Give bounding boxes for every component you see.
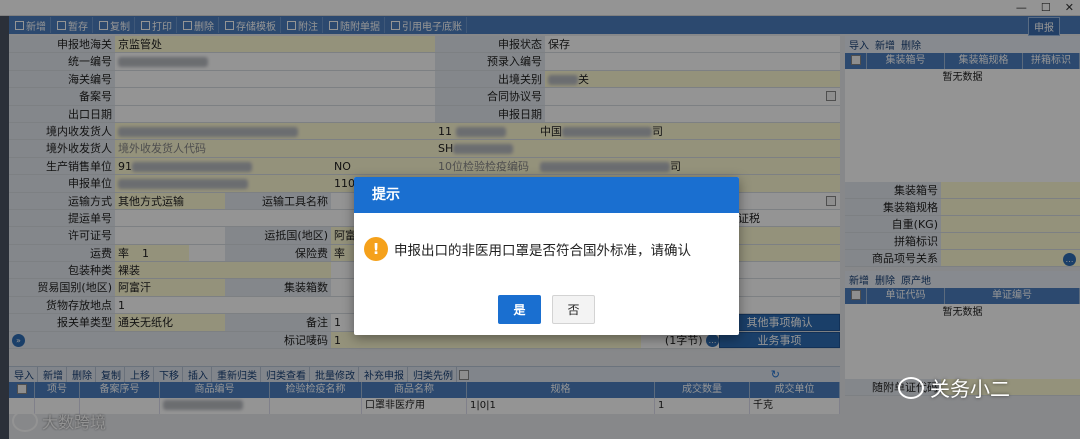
- warning-icon: !: [364, 237, 388, 261]
- watermark-right: 关务小二: [898, 373, 1010, 402]
- wechat-icon: [898, 376, 924, 399]
- no-button[interactable]: 否: [552, 295, 595, 324]
- dialog-text: 申报出口的非医用口罩是否符合国外标准，请确认: [394, 243, 691, 259]
- confirm-dialog: 提示 ! 申报出口的非医用口罩是否符合国外标准，请确认 是 否: [354, 177, 739, 335]
- yes-button[interactable]: 是: [498, 295, 541, 324]
- dialog-title: 提示: [354, 177, 739, 213]
- dialog-message: ! 申报出口的非医用口罩是否符合国外标准，请确认: [364, 237, 691, 261]
